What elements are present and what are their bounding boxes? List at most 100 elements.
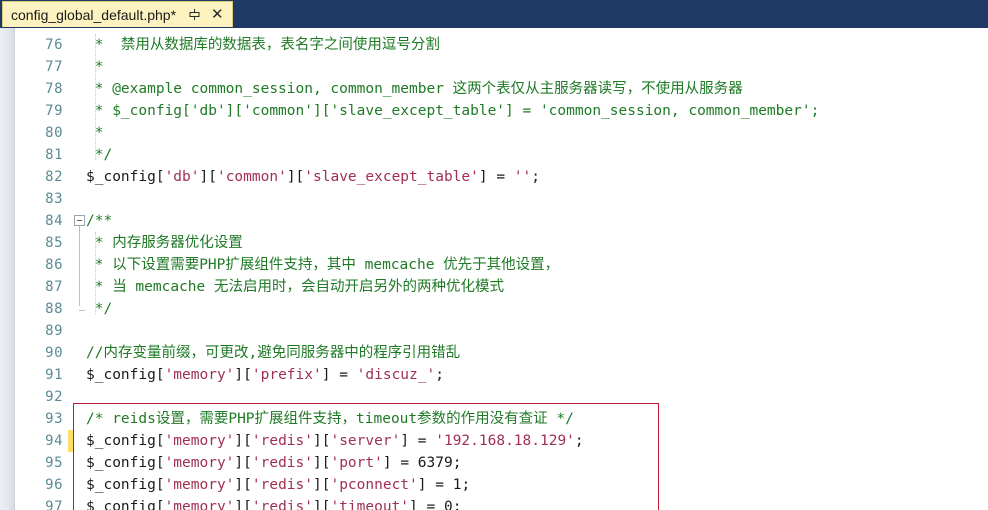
code-token: * 禁用从数据库的数据表，表名字之间使用逗号分割: [86, 37, 440, 53]
document-tab-label: config_global_default.php*: [11, 6, 177, 23]
title-bar: config_global_default.php* ✕: [0, 0, 988, 28]
code-token: 'memory': [164, 499, 235, 510]
code-token: ] =: [400, 433, 436, 449]
document-tab[interactable]: config_global_default.php* ✕: [2, 1, 233, 27]
line-number: 94: [45, 433, 63, 449]
code-token: /* reids设置，需要PHP扩展组件支持，timeout参数的作用没有查证 …: [86, 411, 574, 427]
line-number: 90: [45, 345, 63, 361]
code-line[interactable]: $_config['memory']['redis']['pconnect'] …: [86, 474, 470, 496]
code-token: ][: [313, 455, 331, 471]
code-token: /**: [86, 213, 113, 229]
line-number: 95: [45, 455, 63, 471]
code-token: ] =: [409, 499, 444, 510]
modified-line-marker: [68, 430, 73, 452]
code-token: * $_config['db']['common']['slave_except…: [86, 103, 820, 119]
code-token: ;: [461, 477, 471, 493]
code-token: 'prefix': [251, 367, 322, 383]
code-token: ][: [199, 169, 217, 185]
code-token: 'redis': [251, 499, 313, 510]
line-number: 84: [45, 213, 63, 229]
code-line[interactable]: */: [86, 298, 112, 320]
indent-guide: [95, 34, 96, 160]
code-token: $_config[: [86, 499, 165, 510]
code-token: 'discuz_': [356, 367, 436, 383]
code-token: ][: [234, 455, 252, 471]
code-line[interactable]: * @example common_session, common_member…: [86, 78, 743, 100]
code-token: 'memory': [164, 367, 235, 383]
code-line[interactable]: * $_config['db']['common']['slave_except…: [86, 100, 820, 122]
line-number: 80: [45, 125, 63, 141]
code-token: $_config[: [86, 367, 165, 383]
code-token: ] =: [478, 169, 514, 185]
code-token: 'db': [164, 169, 200, 185]
line-number: 89: [45, 323, 63, 339]
code-line[interactable]: /* reids设置，需要PHP扩展组件支持，timeout参数的作用没有查证 …: [86, 408, 574, 430]
line-number: 93: [45, 411, 63, 427]
line-number: 79: [45, 103, 63, 119]
bookmark-margin[interactable]: [0, 28, 15, 510]
code-token: */: [86, 147, 113, 163]
line-number: 83: [45, 191, 63, 207]
code-token: //内存变量前缀，可更改,避免同服务器中的程序引用错乱: [86, 345, 461, 361]
code-token: 'common': [216, 169, 287, 185]
code-token: 'pconnect': [330, 477, 418, 493]
code-token: ] =: [382, 455, 418, 471]
code-line[interactable]: //内存变量前缀，可更改,避免同服务器中的程序引用错乱: [86, 342, 460, 364]
code-token: * 内存服务器优化设置: [86, 235, 243, 251]
line-number: 82: [45, 169, 63, 185]
code-line[interactable]: */: [86, 144, 112, 166]
code-token: 'slave_except_table': [304, 169, 479, 185]
code-line[interactable]: * 禁用从数据库的数据表，表名字之间使用逗号分割: [86, 34, 440, 56]
code-token: 0: [443, 499, 453, 510]
fold-range-end-84: [79, 310, 85, 311]
code-token: 'redis': [251, 477, 313, 493]
code-token: $_config[: [86, 455, 165, 471]
code-token: ] =: [417, 477, 453, 493]
code-token: ][: [234, 499, 252, 510]
code-line[interactable]: $_config['memory']['redis']['server'] = …: [86, 430, 584, 452]
code-token: ;: [574, 433, 584, 449]
code-token: 'memory': [164, 455, 235, 471]
code-token: 'memory': [164, 477, 235, 493]
fold-range-line-84: [79, 226, 80, 306]
line-number: 96: [45, 477, 63, 493]
code-token: 'redis': [251, 433, 313, 449]
code-token: ] =: [321, 367, 357, 383]
code-token: * @example common_session, common_member…: [86, 81, 743, 97]
code-line[interactable]: * 以下设置需要PHP扩展组件支持，其中 memcache 优先于其他设置，: [86, 254, 559, 276]
code-token: * 以下设置需要PHP扩展组件支持，其中 memcache 优先于其他设置，: [86, 257, 560, 273]
close-icon[interactable]: ✕: [211, 7, 224, 22]
code-line[interactable]: $_config['memory']['prefix'] = 'discuz_'…: [86, 364, 444, 386]
code-line[interactable]: * 当 memcache 无法启用时，会自动开启另外的两种优化模式: [86, 276, 504, 298]
code-token: ][: [234, 367, 252, 383]
code-editor[interactable]: 76 * 禁用从数据库的数据表，表名字之间使用逗号分割 77 * 78 * @exa…: [0, 28, 988, 510]
code-token: '192.168.18.129': [435, 433, 575, 449]
code-token: 'server': [330, 433, 401, 449]
code-line[interactable]: /**: [86, 210, 112, 232]
code-token: $_config[: [86, 169, 165, 185]
code-token: ][: [286, 169, 305, 185]
code-token: * 当 memcache 无法启用时，会自动开启另外的两种优化模式: [86, 279, 504, 295]
code-line[interactable]: * 内存服务器优化设置: [86, 232, 243, 254]
code-token: ;: [435, 367, 444, 383]
code-token: ;: [531, 169, 541, 185]
pin-icon[interactable]: [188, 8, 201, 21]
code-token: '': [513, 169, 532, 185]
editor-window: config_global_default.php* ✕ 76 * 禁用从数据库…: [0, 0, 988, 510]
code-token: 'timeout': [330, 499, 410, 510]
line-number: 88: [45, 301, 63, 317]
line-number: 92: [45, 389, 63, 405]
code-line[interactable]: $_config['memory']['redis']['timeout'] =…: [86, 496, 461, 510]
fold-toggle-84[interactable]: [74, 215, 85, 226]
code-token: ;: [452, 499, 462, 510]
code-token: ;: [452, 455, 462, 471]
line-number: 86: [45, 257, 63, 273]
code-token: ][: [313, 477, 331, 493]
code-line[interactable]: $_config['memory']['redis']['port'] = 63…: [86, 452, 461, 474]
line-number: 85: [45, 235, 63, 251]
line-number: 76: [45, 37, 63, 53]
line-number: 81: [45, 147, 63, 163]
code-line[interactable]: $_config['db']['common']['slave_except_t…: [86, 166, 540, 188]
code-token: $_config[: [86, 477, 165, 493]
code-token: 'port': [330, 455, 383, 471]
